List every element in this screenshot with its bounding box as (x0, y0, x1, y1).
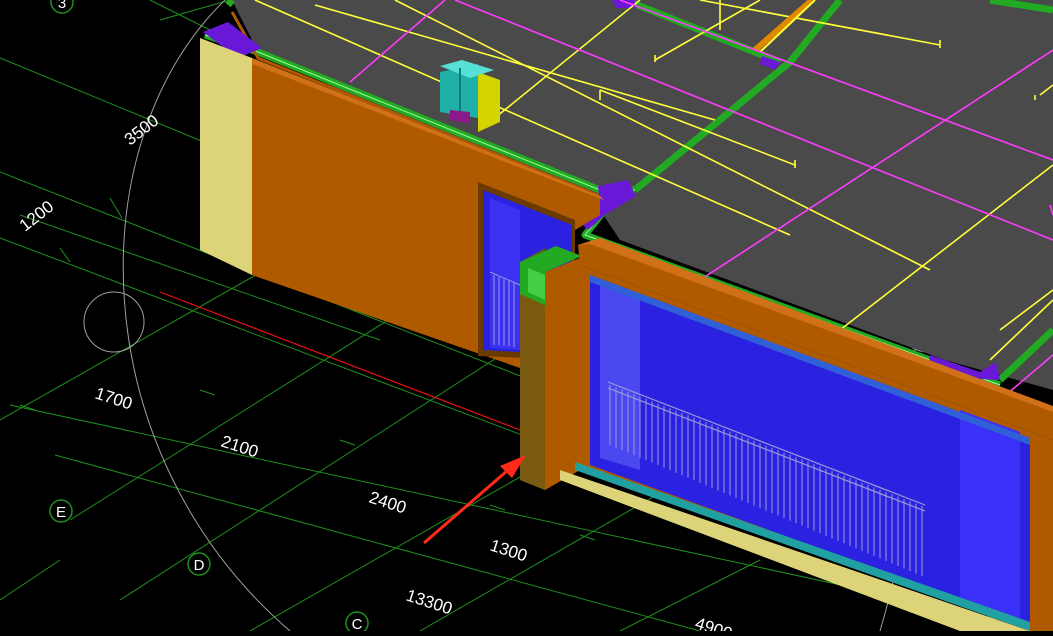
svg-text:C: C (352, 616, 363, 631)
dim-2100: 2100 (219, 432, 261, 462)
dim-1700: 1700 (93, 384, 135, 414)
dim-1200: 1200 (16, 197, 58, 235)
dim-4900: 4900 (693, 614, 735, 631)
svg-text:D: D (194, 557, 205, 574)
annotation-arrow (423, 455, 526, 545)
front-pier[interactable] (520, 246, 582, 490)
dim-2400: 2400 (367, 488, 409, 518)
axis-bubble-D[interactable]: D (187, 552, 211, 576)
wall-end-face (200, 38, 252, 275)
svg-text:E: E (56, 504, 66, 521)
dim-1300: 1300 (488, 536, 530, 566)
axis-bubble-E[interactable]: E (49, 499, 73, 523)
cad-3d-viewport[interactable]: 3500 1200 1700 2100 2400 1300 13300 4900… (0, 0, 1053, 636)
axis-bubble-C[interactable]: C (345, 611, 369, 635)
axis-bubble-3[interactable]: 3 (50, 0, 74, 14)
orbit-handle-left (83, 291, 145, 353)
svg-text:3: 3 (58, 0, 66, 12)
dim-13300: 13300 (404, 586, 455, 619)
